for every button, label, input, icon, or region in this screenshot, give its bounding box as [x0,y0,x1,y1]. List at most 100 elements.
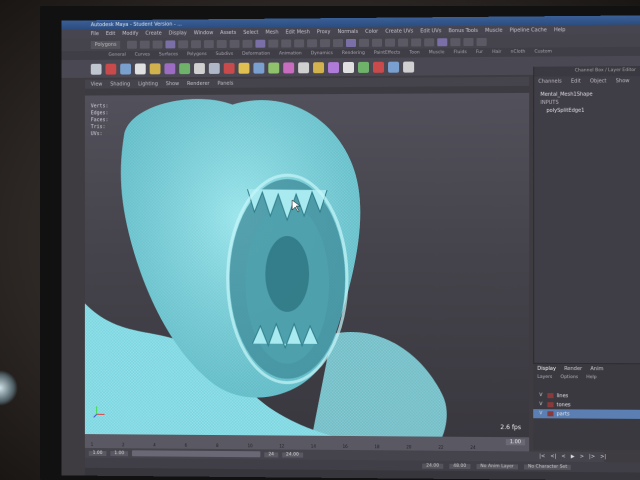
status-line-button[interactable] [463,37,474,46]
menu-edit-uvs[interactable]: Edit UVs [420,28,441,34]
status-line-button[interactable] [178,39,189,48]
layer-name[interactable]: parts [557,411,570,417]
layer-visibility-toggle[interactable]: V [539,393,544,398]
panel-menu-shading[interactable]: Shading [110,81,130,87]
shelf-tab-rendering[interactable]: Rendering [342,51,365,56]
status-line-button[interactable] [229,39,240,48]
playback-end-field[interactable]: 24.00 [422,463,444,469]
menu-create-uvs[interactable]: Create UVs [385,28,413,34]
channel-box-menu-object[interactable]: Object [590,78,607,84]
shelf-tool-icon[interactable] [328,61,340,73]
layer-menu-layers[interactable]: Layers [537,375,552,380]
status-line-button[interactable] [191,39,202,48]
panel-menu-lighting[interactable]: Lighting [138,81,158,87]
shelf-tool-icon[interactable] [373,61,385,73]
shelf-tool-icon[interactable] [388,61,400,73]
shelf-tab-surfaces[interactable]: Surfaces [159,52,178,57]
shelf-tab-fur[interactable]: Fur [476,50,483,55]
shelf-tab-curves[interactable]: Curves [135,53,150,58]
menu-proxy[interactable]: Proxy [317,29,331,35]
menu-bonus-tools[interactable]: Bonus Tools [448,27,478,33]
range-inner-start-field[interactable]: 1.00 [110,450,129,456]
status-line-button[interactable] [333,38,344,47]
shelf-tool-icon[interactable] [403,61,415,73]
menu-normals[interactable]: Normals [337,28,358,34]
layer-color-swatch[interactable] [547,393,554,399]
status-line-button[interactable] [140,40,150,49]
menu-display[interactable]: Display [169,30,187,36]
shelf-tab-fluids[interactable]: Fluids [454,50,467,55]
menu-assets[interactable]: Assets [220,29,236,35]
status-line-button[interactable] [346,38,357,47]
layer-name[interactable]: lines [557,393,569,399]
shelf-tab-ncloth[interactable]: nCloth [511,50,526,55]
range-end-field[interactable]: 24.00 [282,451,303,458]
menu-muscle[interactable]: Muscle [485,27,502,33]
shelf-tool-icon[interactable] [357,61,370,73]
playback-button[interactable]: |> [589,454,595,460]
panel-menu-view[interactable]: View [91,81,103,87]
shelf-tab-subdivs[interactable]: Subdivs [216,52,234,57]
shelf-tab-hair[interactable]: Hair [492,50,501,55]
status-line-button[interactable] [127,40,138,49]
channel-box-menu-show[interactable]: Show [616,78,630,84]
shelf-tool-icon[interactable] [343,61,354,73]
layer-visibility-toggle[interactable]: V [539,411,544,416]
shelf-tool-icon[interactable] [149,62,161,74]
panel-menu-show[interactable]: Show [166,81,179,87]
status-line-button[interactable] [268,39,279,48]
layer-color-swatch[interactable] [547,402,554,408]
layer-menu-help[interactable]: Help [586,375,596,380]
status-line-button[interactable] [320,38,331,47]
shelf-tab-deformation[interactable]: Deformation [242,52,270,57]
menu-edit[interactable]: Edit [106,30,116,36]
status-line-button[interactable] [359,38,370,47]
shelf-tool-icon[interactable] [253,62,265,74]
anim-layer-dropdown[interactable]: No Anim Layer [476,463,518,469]
layer-row[interactable]: Vparts [533,409,640,419]
shelf-tool-icon[interactable] [179,62,191,74]
status-line-button[interactable] [450,37,461,46]
menu-file[interactable]: File [91,31,99,37]
range-start-field[interactable]: 1.00 [88,450,107,456]
shelf-tool-icon[interactable] [223,62,235,74]
status-line-button[interactable] [217,39,227,48]
playback-button[interactable]: |< [539,454,545,460]
shelf-tab-muscle[interactable]: Muscle [429,50,445,55]
panel-menu-panels[interactable]: Panels [217,80,233,86]
shelf-tab-painteffects[interactable]: PaintEffects [374,51,400,56]
status-line-button[interactable] [255,39,266,48]
shelf-tab-animation[interactable]: Animation [279,51,302,56]
shelf-tab-custom[interactable]: Custom [534,49,552,54]
status-line-button[interactable] [411,37,422,47]
status-line-button[interactable] [281,38,292,48]
channel-box-menu-channels[interactable]: Channels [538,79,561,85]
status-line-button[interactable] [204,39,215,48]
shelf-tool-icon[interactable] [120,63,131,75]
status-line-button[interactable] [294,38,305,47]
panel-menu-renderer[interactable]: Renderer [187,80,210,86]
shelf-tool-icon[interactable] [238,62,250,74]
3d-viewport[interactable]: Verts: Edges: Faces: Tris: UVs: 2.6 fps [84,92,530,438]
shelf-tab-toon[interactable]: Toon [409,50,419,55]
status-line-button[interactable] [437,37,448,46]
status-line-button[interactable] [307,38,318,47]
layer-menu-options[interactable]: Options [560,375,578,380]
menu-mesh[interactable]: Mesh [265,29,278,35]
status-line-button[interactable] [165,39,176,48]
layer-name[interactable]: tones [557,402,571,408]
shelf-tool-icon[interactable] [194,62,205,74]
layer-tab-render[interactable]: Render [564,366,582,372]
status-line-button[interactable] [385,38,396,47]
channel-box-menu-edit[interactable]: Edit [571,78,581,84]
playback-button[interactable]: >| [600,454,606,460]
shelf-tool-icon[interactable] [283,61,295,73]
shelf-tab-general[interactable]: General [108,53,125,58]
shelf-tool-icon[interactable] [134,62,146,74]
shelf-tool-icon[interactable] [298,61,310,73]
playback-button[interactable]: <| [550,454,556,460]
shelf-tool-icon[interactable] [90,63,102,75]
menu-pipeline-cache[interactable]: Pipeline Cache [510,27,547,33]
range-slider-bar[interactable] [132,450,261,458]
playback-button[interactable]: ▶ [571,454,575,460]
